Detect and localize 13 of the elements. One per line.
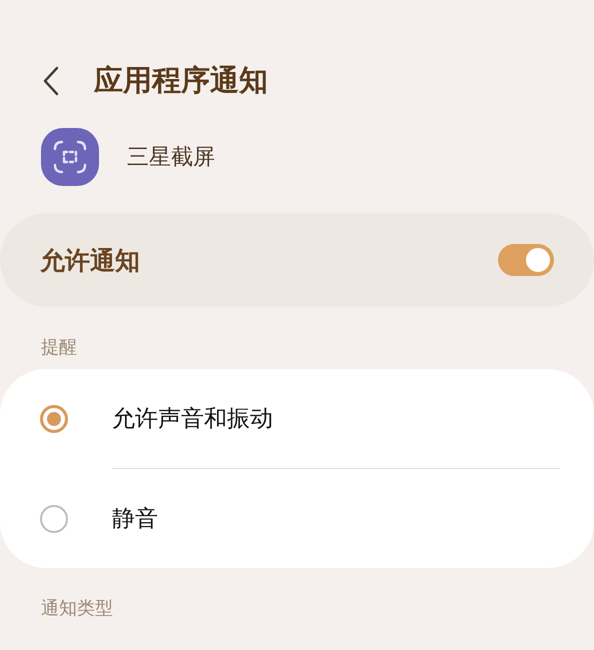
option-label: 允许声音和振动 — [112, 405, 273, 434]
app-name: 三星截屏 — [127, 144, 215, 172]
section-title: 提醒 — [40, 336, 78, 360]
page-title: 应用程序通知 — [94, 62, 268, 99]
screenshot-app-icon — [41, 128, 99, 186]
toggle-switch[interactable] — [498, 244, 554, 276]
back-icon — [42, 66, 60, 96]
allow-notifications-label: 允许通知 — [40, 244, 140, 276]
radio-button[interactable] — [40, 404, 68, 432]
radio-button[interactable] — [40, 504, 68, 532]
option-label: 静音 — [112, 505, 158, 534]
allow-notifications-row[interactable]: 允许通知 — [0, 213, 594, 307]
section-title: 通知类型 — [40, 597, 114, 621]
